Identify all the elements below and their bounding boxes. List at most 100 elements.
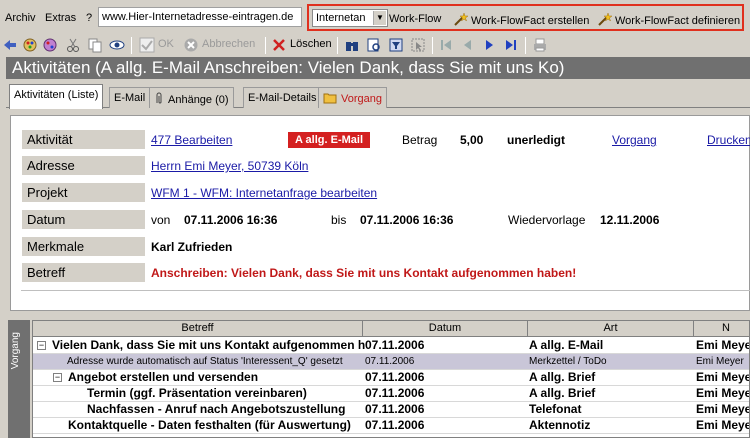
- table-row[interactable]: − Angebot erstellen und versenden 07.11.…: [33, 370, 750, 386]
- wand-icon: [598, 12, 613, 26]
- palette-icon[interactable]: [42, 37, 58, 53]
- column-header-betreff[interactable]: Betreff: [33, 321, 363, 337]
- activity-type-badge: A allg. E-Mail: [288, 132, 370, 148]
- binoculars-icon[interactable]: [344, 37, 360, 53]
- vorgang-side-tab[interactable]: Vorgang: [8, 320, 30, 438]
- wff-create-label: Work-FlowFact erstellen: [471, 15, 590, 27]
- palette-icon[interactable]: [22, 37, 38, 53]
- last-record-icon[interactable]: [503, 37, 519, 53]
- folder-icon: [323, 92, 341, 107]
- collapse-icon[interactable]: −: [53, 373, 62, 382]
- cell-betreff: Nachfassen - Anruf nach Angebotszustellu…: [87, 402, 346, 416]
- cell-datum: 07.11.2006: [365, 338, 425, 352]
- cell-datum: 07.11.2006: [365, 356, 415, 367]
- label-adresse: Adresse: [22, 156, 145, 175]
- cell-name: Emi Meyer: [696, 356, 744, 367]
- filter-icon[interactable]: [388, 37, 404, 53]
- table-row[interactable]: Termin (ggf. Präsentation vereinbaren) 0…: [33, 386, 750, 402]
- copy-icon[interactable]: [87, 37, 103, 53]
- aktivitaet-link[interactable]: 477 Bearbeiten: [151, 133, 232, 147]
- label-aktivitaet: Aktivität: [22, 130, 145, 149]
- cell-art: Aktennotiz: [529, 418, 591, 432]
- tab-email[interactable]: E-Mail: [109, 87, 151, 108]
- next-record-icon[interactable]: [481, 37, 497, 53]
- column-header-art[interactable]: Art: [528, 321, 694, 337]
- work-flow-button[interactable]: Work-Flow: [389, 13, 441, 25]
- cell-art: A allg. Brief: [529, 370, 596, 384]
- table-row[interactable]: Nachfassen - Anruf nach Angebotszustellu…: [33, 402, 750, 418]
- wiedervorlage-label: Wiedervorlage: [508, 213, 586, 227]
- wff-create-button[interactable]: Work-FlowFact erstellen: [454, 12, 590, 27]
- column-header-name[interactable]: N: [694, 321, 749, 337]
- tab-vorgang[interactable]: Vorgang: [318, 87, 387, 108]
- toolbar-separator: [265, 37, 266, 54]
- cell-datum: 07.11.2006: [365, 386, 425, 400]
- cell-betreff: Angebot erstellen und versenden: [68, 370, 259, 384]
- table-row[interactable]: − Vielen Dank, dass Sie mit uns Kontakt …: [33, 338, 749, 354]
- bis-label: bis: [331, 213, 347, 227]
- menu-extras[interactable]: Extras: [45, 12, 76, 24]
- cell-art: Merkzettel / ToDo: [529, 356, 607, 367]
- paperclip-icon: [154, 92, 168, 108]
- cell-betreff: Adresse wurde automatisch auf Status 'In…: [67, 356, 343, 367]
- cell-art: A allg. E-Mail: [529, 338, 604, 352]
- toolbar-separator: [432, 37, 433, 54]
- first-record-icon[interactable]: [438, 37, 454, 53]
- cell-name: Emi Meye: [696, 418, 750, 432]
- cell-name: Emi Meyer: [696, 338, 749, 352]
- ok-button[interactable]: OK: [158, 38, 174, 50]
- von-value: 07.11.2006 16:36: [184, 213, 278, 227]
- prev-record-icon[interactable]: [459, 37, 475, 53]
- betrag-label: Betrag: [402, 133, 438, 147]
- view-icon[interactable]: [109, 37, 125, 53]
- tab-strip: Aktivitäten (Liste) E-Mail Anhänge (0) E…: [6, 84, 750, 109]
- chevron-down-icon[interactable]: ▼: [373, 11, 386, 25]
- delete-button[interactable]: Löschen: [290, 38, 332, 50]
- label-datum: Datum: [22, 210, 145, 229]
- collapse-icon[interactable]: −: [37, 341, 46, 350]
- cancel-button[interactable]: Abbrechen: [202, 38, 255, 50]
- table-row[interactable]: Kontaktquelle - Daten festhalten (für Au…: [33, 418, 750, 434]
- toolbar: OK Abbrechen Löschen: [0, 34, 750, 56]
- wff-define-button[interactable]: Work-FlowFact definieren: [598, 12, 741, 27]
- url-field[interactable]: www.Hier-Internetadresse-eintragen.de: [98, 7, 302, 27]
- tab-vorgang-label: Vorgang: [341, 93, 382, 105]
- status-value: unerledigt: [507, 133, 566, 147]
- workflow-combo[interactable]: Internetan ▼: [312, 9, 388, 27]
- tab-anhaenge[interactable]: Anhänge (0): [149, 87, 234, 108]
- wff-define-label: Work-FlowFact definieren: [615, 15, 741, 27]
- vorgang-link[interactable]: Vorgang: [612, 133, 657, 147]
- tab-anhaenge-label: Anhänge (0): [168, 94, 229, 106]
- toolbar-separator: [337, 37, 338, 54]
- projekt-link[interactable]: WFM 1 - WFM: Internetanfrage bearbeiten: [151, 186, 377, 200]
- tab-email-details[interactable]: E-Mail-Details: [243, 87, 322, 108]
- cell-datum: 07.11.2006: [365, 418, 425, 432]
- cell-name: Emi Meye: [696, 386, 750, 400]
- label-betreff: Betreff: [22, 263, 145, 282]
- cell-name: Emi Meye: [696, 402, 750, 416]
- adresse-link[interactable]: Herrn Emi Meyer, 50739 Köln: [151, 159, 308, 173]
- tab-aktivitaeten-liste[interactable]: Aktivitäten (Liste): [9, 84, 104, 109]
- column-header-datum[interactable]: Datum: [363, 321, 528, 337]
- drucken-link[interactable]: Drucken: [707, 133, 750, 147]
- select-icon[interactable]: [410, 37, 426, 53]
- cut-icon[interactable]: [65, 37, 81, 53]
- bis-value: 07.11.2006 16:36: [360, 213, 454, 227]
- print-icon[interactable]: [532, 37, 548, 53]
- detail-panel: Aktivität 477 Bearbeiten A allg. E-Mail …: [10, 115, 750, 311]
- table-row[interactable]: Adresse wurde automatisch auf Status 'In…: [33, 354, 749, 370]
- cell-art: A allg. Brief: [529, 386, 596, 400]
- wand-icon: [454, 12, 469, 26]
- toolbar-separator: [131, 37, 132, 54]
- check-icon: [139, 37, 155, 53]
- back-icon[interactable]: [2, 37, 18, 53]
- cell-betreff: Kontaktquelle - Daten festhalten (für Au…: [68, 418, 351, 432]
- workflow-combo-value: Internetan: [316, 12, 366, 24]
- vorgang-side-tab-label: Vorgang: [10, 332, 21, 370]
- cell-name: Emi Meye: [696, 370, 750, 384]
- menu-archiv[interactable]: Archiv: [5, 12, 36, 24]
- menu-help[interactable]: ?: [86, 12, 92, 24]
- menu-bar: Archiv Extras ? www.Hier-Internetadresse…: [0, 0, 750, 34]
- workflow-toolbar: Internetan ▼ Work-Flow Work-FlowFact erst…: [307, 4, 744, 31]
- search-doc-icon[interactable]: [366, 37, 382, 53]
